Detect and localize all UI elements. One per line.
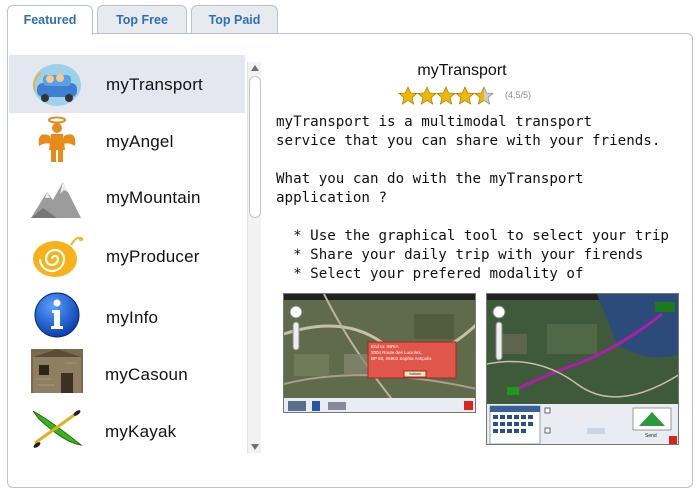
list-item-myangel[interactable]: myAngel [9,113,245,171]
list-item-mymountain[interactable]: myMountain [9,171,245,229]
description-line: * Share your daily trip with your firend… [276,247,644,263]
description-line: application ? [276,190,388,206]
list-scrollbar[interactable] [247,62,261,453]
app-name: myCasoun [105,365,188,384]
route-map-image [487,294,678,444]
app-name: myTransport [106,75,203,94]
scroll-thumb[interactable] [249,76,261,218]
list-item-mytransport[interactable]: myTransport [9,55,245,113]
description-line: myTransport is a multimodal transport [276,114,593,130]
rating-text: (4,5/5) [505,90,532,100]
star-icon [398,86,418,105]
mountain-icon [31,182,81,218]
star-icon [417,86,437,105]
kayak-icon [32,410,83,448]
list-item-mycasoun[interactable]: myCasoun [9,345,245,403]
route-calendar-screenshot[interactable]: Send [486,293,679,445]
description-line: What you can do with the myTransport [276,171,584,187]
description-line: * Select your prefered modality of [276,266,584,282]
app-name: myProducer [106,247,200,266]
star-icon [455,86,475,105]
stone-house-icon [31,349,83,393]
tab-top-paid[interactable]: Top Paid [191,5,278,34]
app-name: myAngel [106,132,174,151]
star-icon [474,86,494,105]
description-line: service that you can share with your fri… [276,133,661,149]
tab-featured[interactable]: Featured [7,5,93,35]
send-label[interactable]: Send [645,433,657,439]
snail-spiral-icon [33,236,83,277]
list-item-myinfo[interactable]: myInfo [9,287,245,345]
car-family-icon [32,64,81,106]
map-satellite-screenshot[interactable]: End to: INRIA 2004 Route des Lucioles, B… [283,293,476,413]
app-name: myKayak [105,422,177,441]
map-popup-text: End to: INRIA 2004 Route des Lucioles, B… [371,344,432,361]
scroll-down-arrow-icon[interactable] [251,444,259,450]
app-name: myInfo [106,308,159,327]
tab-top-free[interactable]: Top Free [97,5,187,34]
rating-stars [398,86,494,105]
angel-figure-icon [38,116,76,162]
validate-button[interactable]: Validate [405,371,425,377]
star-icon [436,86,456,105]
scroll-up-arrow-icon[interactable] [251,65,259,71]
app-detail: myTransport (4,5/5) myTransport is a mul… [262,55,692,455]
description-line: * Use the graphical tool to select your … [276,228,669,244]
detail-title: myTransport [417,62,507,79]
list-item-myproducer[interactable]: myProducer [9,229,245,287]
app-list[interactable]: myTransport myAngel myMountain myProduce… [9,55,245,453]
list-item-mykayak[interactable]: myKayak [9,403,245,453]
info-circle-icon [34,292,80,338]
app-name: myMountain [106,188,201,207]
